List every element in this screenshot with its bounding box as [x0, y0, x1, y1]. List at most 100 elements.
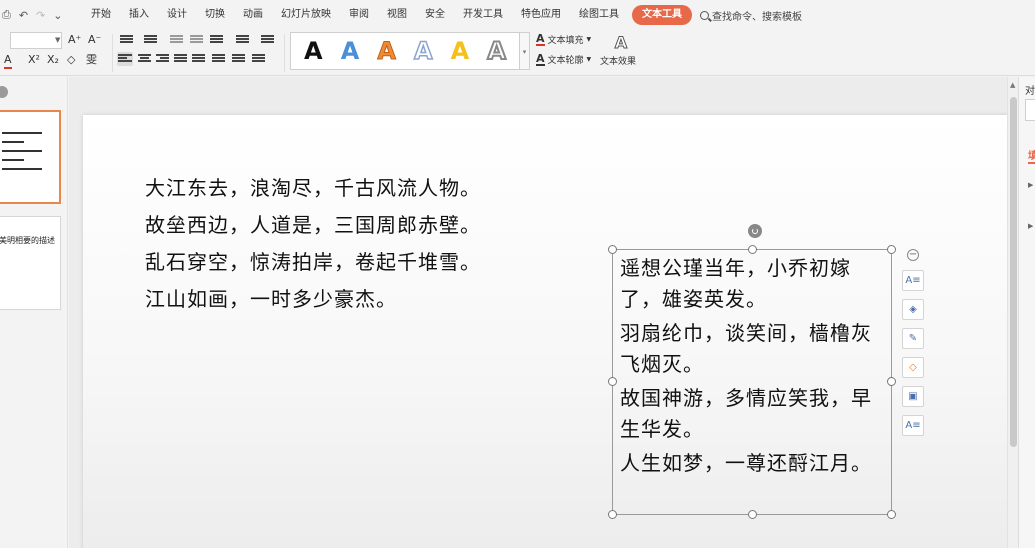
- tab-7[interactable]: 视图: [378, 5, 416, 25]
- text-style-preset-6[interactable]: A: [486, 36, 507, 66]
- tab-1[interactable]: 插入: [120, 5, 158, 25]
- text-box-paragraph: 人生如梦，一尊还酹江月。: [620, 451, 872, 475]
- slide-thumbnail-panel: 美明相要的描述: [0, 77, 68, 548]
- print-preview-icon[interactable]: ⎙: [2, 8, 11, 22]
- text-wrap-icon[interactable]: A≡: [902, 415, 924, 436]
- line-distance-icon[interactable]: [232, 54, 245, 65]
- paragraph-spacing-icon[interactable]: [212, 54, 225, 65]
- resize-handle[interactable]: [887, 377, 896, 386]
- tab-12[interactable]: 文本工具: [632, 5, 692, 25]
- tab-6[interactable]: 审阅: [340, 5, 378, 25]
- chevron-right-icon[interactable]: ▶: [1028, 181, 1033, 189]
- resize-handle[interactable]: [748, 510, 757, 519]
- text-style-preset-1[interactable]: A: [304, 36, 323, 66]
- font-color-button[interactable]: A: [4, 53, 12, 69]
- tab-5[interactable]: 幻灯片放映: [272, 5, 340, 25]
- paragraph-options-icon[interactable]: [252, 54, 265, 65]
- selected-text-box[interactable]: 遥想公瑾当年，小乔初嫁了，雄姿英发。 羽扇纶巾，谈笑间，樯橹灰飞烟灭。 故国神游，多…: [608, 224, 896, 519]
- tab-8[interactable]: 安全: [416, 5, 454, 25]
- numbered-list-icon[interactable]: [144, 35, 157, 46]
- increase-indent-icon[interactable]: [190, 35, 203, 46]
- clear-format-button[interactable]: ◇: [67, 53, 75, 67]
- font-size-dropdown-icon[interactable]: ▼: [55, 36, 60, 44]
- command-search[interactable]: 查找命令、搜索模板: [700, 8, 802, 23]
- shrink-font-button[interactable]: A⁻: [88, 33, 101, 47]
- text-box-paragraph: 遥想公瑾当年，小乔初嫁了，雄姿英发。: [620, 256, 851, 311]
- chevron-down-icon: ▼: [586, 56, 592, 63]
- tab-11[interactable]: 绘图工具: [570, 5, 628, 25]
- task-pane-tab-fill[interactable]: 填: [1028, 147, 1035, 164]
- scrollbar-thumb[interactable]: [1010, 97, 1017, 447]
- resize-handle[interactable]: [887, 510, 896, 519]
- text-style-preset-4[interactable]: A: [413, 36, 433, 66]
- resize-handle[interactable]: [608, 377, 617, 386]
- customize-quick-access-icon[interactable]: ⌄: [53, 9, 62, 22]
- collapse-pane-icon[interactable]: [0, 86, 8, 98]
- grow-font-button[interactable]: A⁺: [68, 33, 81, 47]
- subscript-button[interactable]: X₂: [47, 53, 59, 67]
- chevron-down-icon: ▼: [586, 36, 592, 43]
- slide[interactable]: 大江东去，浪淘尽，千古风流人物。 故垒西边，人道是，三国周郎赤壁。 乱石穿空，惊涛拍…: [83, 115, 1007, 548]
- search-label: 查找命令、搜索模板: [712, 11, 802, 23]
- poem-text-block[interactable]: 大江东去，浪淘尽，千古风流人物。 故垒西边，人道是，三国周郎赤壁。 乱石穿空，惊涛拍…: [145, 175, 481, 323]
- gallery-more-icon[interactable]: ▾: [520, 32, 530, 70]
- ribbon-toolbar: ▼ A⁺ A⁻ A X² X₂ ◇ 雯 AAAAAA ▾ A 文本填充 ▼ A …: [0, 30, 1035, 76]
- text-layout-icon[interactable]: A≡: [902, 270, 924, 291]
- redo-icon[interactable]: ↷: [36, 9, 45, 22]
- line-spacing-icon[interactable]: [261, 35, 274, 46]
- align-left-icon[interactable]: [117, 52, 133, 66]
- thumbnail-text-lines: [2, 132, 42, 177]
- align-center-icon[interactable]: [138, 54, 151, 65]
- ribbon-tabs: 开始 插入 设计 切换 动画 幻灯片放映 审阅 视图 安全 开发工具 特色应用 绘图工具 文本工具: [82, 5, 692, 25]
- slide-canvas: 大江东去，浪淘尽，千古风流人物。 故垒西边，人道是，三国周郎赤壁。 乱石穿空，惊涛拍…: [69, 77, 1007, 548]
- resize-handle[interactable]: [608, 510, 617, 519]
- text-fill-button[interactable]: A 文本填充 ▼: [536, 33, 591, 46]
- text-style-preset-2[interactable]: A: [341, 36, 360, 66]
- tab-10[interactable]: 特色应用: [512, 5, 570, 25]
- tab-3[interactable]: 切换: [196, 5, 234, 25]
- resize-handle[interactable]: [748, 245, 757, 254]
- decrease-indent-icon[interactable]: [170, 35, 183, 46]
- tab-2[interactable]: 设计: [158, 5, 196, 25]
- text-style-preset-5[interactable]: A: [451, 36, 470, 66]
- wps-presentation-window: ⎙ ↶ ↷ ⌄ 开始 插入 设计 切换 动画 幻灯片放映 审阅 视图 安全 开发工具 特色应用 绘图工…: [0, 0, 1035, 548]
- undo-icon[interactable]: ↶: [19, 9, 28, 22]
- bullet-list-icon[interactable]: [120, 35, 133, 46]
- collapse-toolbar-icon[interactable]: −: [907, 249, 919, 261]
- superscript-button[interactable]: X²: [28, 53, 40, 67]
- chevron-right-icon[interactable]: ▶: [1028, 222, 1033, 230]
- poem-line: 江山如画，一时多少豪杰。: [145, 287, 397, 311]
- scroll-up-icon[interactable]: ▲: [1010, 81, 1015, 89]
- text-box-content[interactable]: 遥想公瑾当年，小乔初嫁了，雄姿英发。 羽扇纶巾，谈笑间，樯橹灰飞烟灭。 故国神游，多…: [620, 253, 888, 482]
- text-direction-icon[interactable]: [236, 35, 249, 46]
- distributed-icon[interactable]: [192, 54, 205, 65]
- tab-4[interactable]: 动画: [234, 5, 272, 25]
- tab-0[interactable]: 开始: [82, 5, 120, 25]
- layers-icon[interactable]: ◈: [902, 299, 924, 320]
- text-outline-button[interactable]: A 文本轮廓 ▼: [536, 53, 591, 66]
- pen-icon[interactable]: ✎: [902, 328, 924, 349]
- phonetic-guide-button[interactable]: 雯: [86, 53, 97, 67]
- search-icon: [700, 10, 709, 20]
- align-right-icon[interactable]: [156, 54, 169, 65]
- justify-icon[interactable]: [174, 54, 187, 65]
- slide-thumbnail-1[interactable]: [0, 110, 61, 204]
- tab-9[interactable]: 开发工具: [454, 5, 512, 25]
- text-effect-button[interactable]: 文本效果: [600, 54, 636, 67]
- text-style-gallery[interactable]: AAAAAA: [290, 32, 520, 70]
- quick-access-toolbar: ⎙ ↶ ↷ ⌄: [0, 8, 82, 22]
- fill-icon[interactable]: ◇: [902, 357, 924, 378]
- poem-line: 大江东去，浪淘尽，千古风流人物。: [145, 176, 481, 200]
- text-effect-icon[interactable]: A: [612, 33, 630, 53]
- text-box-paragraph: 羽扇纶巾，谈笑间，樯橹灰飞烟灭。: [620, 321, 872, 376]
- rotate-handle-icon[interactable]: [748, 224, 762, 238]
- task-pane-field[interactable]: [1025, 99, 1035, 121]
- ribbon-separator: [284, 34, 285, 72]
- text-style-preset-3[interactable]: A: [377, 36, 397, 66]
- resize-handle[interactable]: [887, 245, 896, 254]
- border-icon[interactable]: ▣: [902, 386, 924, 407]
- slide-thumbnail-2[interactable]: 美明相要的描述: [0, 216, 61, 310]
- vertical-scrollbar[interactable]: ▲: [1007, 77, 1018, 548]
- columns-icon[interactable]: [210, 35, 223, 46]
- resize-handle[interactable]: [608, 245, 617, 254]
